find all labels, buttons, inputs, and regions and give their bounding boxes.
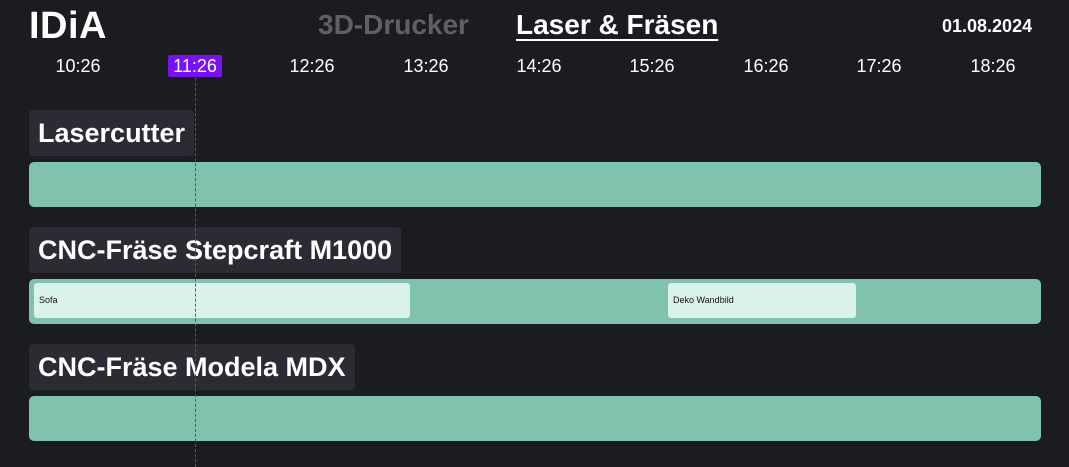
tab-3d-drucker[interactable]: 3D-Drucker	[318, 8, 469, 42]
time-tick: 14:26	[516, 56, 562, 76]
machine-label-stepcraft: CNC-Fräse Stepcraft M1000	[29, 227, 402, 273]
current-date: 01.08.2024	[942, 16, 1033, 36]
time-tick: 12:26	[289, 56, 335, 76]
tab-laser-fraesen[interactable]: Laser & Fräsen	[516, 8, 718, 42]
time-tick: 18:26	[970, 56, 1016, 76]
current-time-indicator	[195, 78, 196, 467]
time-tick: 15:26	[629, 56, 675, 76]
timeline-header: 10:26 11:26 12:26 13:26 14:26 15:26 16:2…	[0, 54, 1069, 78]
time-tick: 17:26	[856, 56, 902, 76]
time-tick-current: 11:26	[155, 54, 235, 78]
machine-label-modela: CNC-Fräse Modela MDX	[29, 344, 355, 390]
booking-block[interactable]: Deko Wandbild	[668, 283, 856, 318]
machine-track-modela[interactable]	[29, 396, 1041, 441]
booking-block[interactable]: Sofa	[34, 283, 410, 318]
logo: IDiA	[29, 5, 107, 47]
machine-label-lasercutter: Lasercutter	[29, 110, 195, 156]
machine-track-stepcraft[interactable]: Sofa Deko Wandbild	[29, 279, 1041, 324]
machine-track-lasercutter[interactable]	[29, 162, 1041, 207]
time-tick: 16:26	[743, 56, 789, 76]
time-tick: 10:26	[55, 56, 101, 76]
time-tick: 13:26	[403, 56, 449, 76]
